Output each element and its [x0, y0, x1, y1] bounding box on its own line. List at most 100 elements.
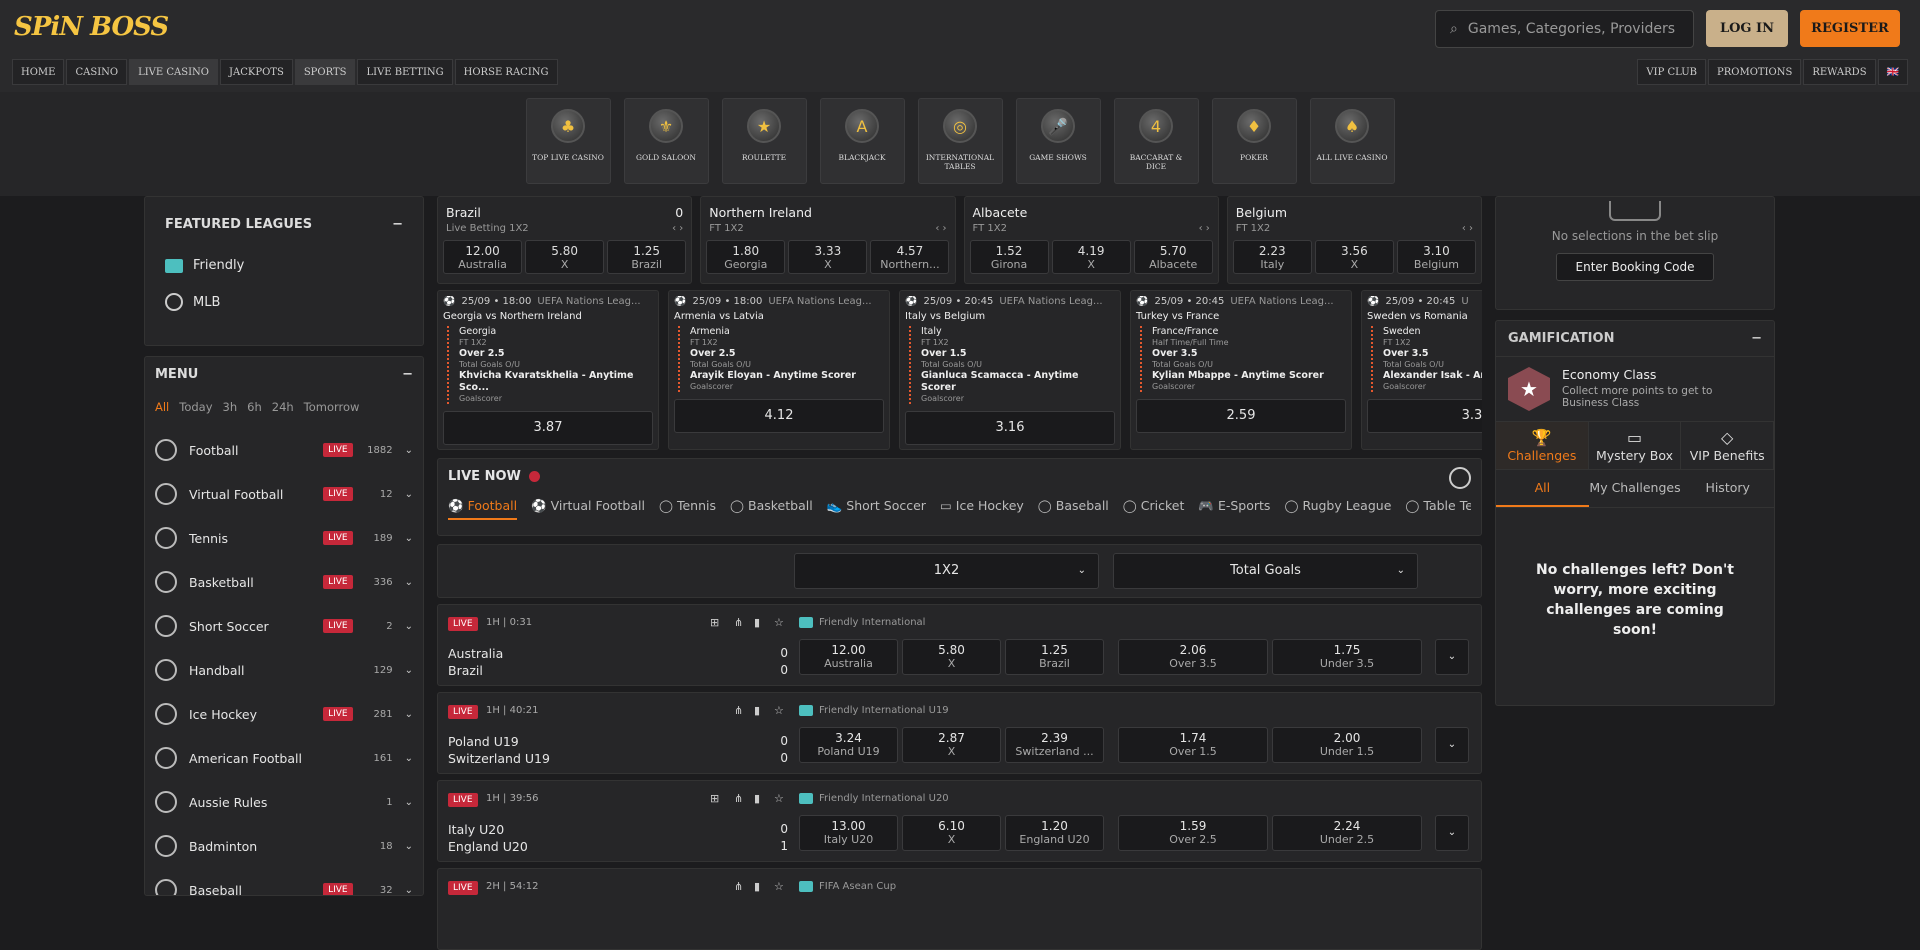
subtab-my-challenges[interactable]: My Challenges — [1589, 470, 1682, 507]
tab-football[interactable]: ⚽ Football — [448, 498, 518, 520]
sport-item-handball[interactable]: Handball 129 ⌄ — [155, 648, 413, 692]
filter-all[interactable]: All — [155, 400, 169, 414]
sport-item-virtual-football[interactable]: Virtual Football LIVE 12 ⌄ — [155, 472, 413, 516]
chevron-down-icon[interactable]: ⌄ — [405, 577, 413, 588]
odds-button[interactable]: 5.80 X — [902, 639, 1001, 675]
star-icon[interactable]: ☆ — [774, 792, 784, 805]
tab-vip-benefits[interactable]: ◇ VIP Benefits — [1681, 422, 1775, 469]
language-flag-icon[interactable]: 🇬🇧 — [1877, 59, 1908, 85]
bet-builder-odds[interactable]: 3.16 — [905, 411, 1115, 445]
sport-item-tennis[interactable]: Tennis LIVE 189 ⌄ — [155, 516, 413, 560]
login-button[interactable]: LOG IN — [1706, 10, 1788, 47]
stats-table-icon[interactable]: ⊞ — [710, 616, 719, 629]
tab-short-soccer[interactable]: 👟 Short Soccer — [827, 498, 926, 520]
nav-casino[interactable]: CASINO — [66, 59, 128, 85]
odds-button[interactable]: 12.00 Australia — [443, 240, 523, 274]
expand-chevron-icon[interactable]: ⌄ — [1435, 815, 1469, 851]
odds-button[interactable]: 2.23 Italy — [1232, 240, 1312, 274]
search-input[interactable]: ⌕ Games, Categories, Providers — [1435, 10, 1694, 48]
game-category-baccarat-dice[interactable]: 4 BACCARAT & DICE — [1113, 98, 1199, 184]
carousel-arrows-icon[interactable]: ‹ › — [1199, 223, 1210, 234]
bet-builder-odds[interactable]: 2.59 — [1136, 399, 1346, 433]
game-category-gold-saloon[interactable]: ⚜ GOLD SALOON — [623, 98, 709, 184]
lineup-icon[interactable]: ⋔ — [734, 880, 743, 893]
subtab-history[interactable]: History — [1681, 470, 1774, 507]
odds-button[interactable]: 2.24 Under 2.5 — [1272, 815, 1422, 851]
tab-ice-hockey[interactable]: ▭ Ice Hockey — [940, 498, 1024, 520]
lineup-icon[interactable]: ⋔ — [734, 792, 743, 805]
logo[interactable]: SPiN BOSS — [14, 12, 169, 42]
chevron-down-icon[interactable]: ⌄ — [405, 533, 413, 544]
nav-horse-racing[interactable]: HORSE RACING — [454, 59, 558, 85]
sport-item-baseball[interactable]: Baseball LIVE 32 ⌄ — [155, 868, 413, 896]
chevron-down-icon[interactable]: ⌄ — [405, 797, 413, 808]
subtab-all[interactable]: All — [1496, 470, 1589, 507]
bet-builder-card[interactable]: ⚽ 25/09 • 20:45 UEFA Nations Leag... Turkey… — [1130, 290, 1352, 450]
tab-mystery-box[interactable]: ▭ Mystery Box — [1589, 422, 1682, 469]
odds-button[interactable]: 1.75 Under 3.5 — [1272, 639, 1422, 675]
game-category-roulette[interactable]: ★ ROULETTE — [721, 98, 807, 184]
tab-virtual-football[interactable]: ⚽ Virtual Football — [531, 498, 645, 520]
sport-item-american-football[interactable]: American Football 161 ⌄ — [155, 736, 413, 780]
bet-builder-card[interactable]: ⚽ 25/09 • 20:45 U Sweden vs Romania Sweden FT… — [1361, 290, 1482, 450]
bet-builder-card[interactable]: ⚽ 25/09 • 18:00 UEFA Nations Leag... Georgi… — [437, 290, 659, 450]
bet-builder-odds[interactable]: 4.12 — [674, 399, 884, 433]
filter-24h[interactable]: 24h — [272, 400, 294, 414]
odds-button[interactable]: 3.33 X — [788, 240, 868, 274]
lineup-icon[interactable]: ⋔ — [734, 704, 743, 717]
carousel-arrows-icon[interactable]: ‹ › — [935, 223, 946, 234]
odds-button[interactable]: 1.80 Georgia — [706, 240, 786, 274]
nav-live-betting[interactable]: LIVE BETTING — [357, 59, 453, 85]
game-category-international-tables[interactable]: ◎ INTERNATIONAL TABLES — [917, 98, 1003, 184]
filter-tomorrow[interactable]: Tomorrow — [304, 400, 360, 414]
chevron-down-icon[interactable]: ⌄ — [405, 445, 413, 456]
collapse-icon[interactable]: − — [392, 217, 403, 232]
odds-button[interactable]: 5.70 Albacete — [1133, 240, 1213, 274]
game-category-blackjack[interactable]: A BLACKJACK — [819, 98, 905, 184]
nav-live-casino[interactable]: LIVE CASINO — [129, 59, 219, 85]
nav-vip-club[interactable]: VIP CLUB — [1637, 59, 1706, 85]
bar-chart-icon[interactable]: ▮ — [754, 792, 760, 805]
soccer-ball-icon[interactable] — [1449, 467, 1471, 489]
market-select-1x2[interactable]: 1X2 ⌄ — [794, 553, 1099, 589]
sport-item-basketball[interactable]: Basketball LIVE 336 ⌄ — [155, 560, 413, 604]
chevron-down-icon[interactable]: ⌄ — [405, 885, 413, 896]
odds-button[interactable]: 1.52 Girona — [969, 240, 1049, 274]
chevron-down-icon[interactable]: ⌄ — [405, 841, 413, 852]
game-category-poker[interactable]: ♦ POKER — [1211, 98, 1297, 184]
odds-button[interactable]: 2.06 Over 3.5 — [1118, 639, 1268, 675]
tab-baseball[interactable]: ◯ Baseball — [1038, 498, 1109, 520]
odds-button[interactable]: 6.10 X — [902, 815, 1001, 851]
market-select-total-goals[interactable]: Total Goals ⌄ — [1113, 553, 1418, 589]
odds-button[interactable]: 5.80 X — [525, 240, 605, 274]
odds-button[interactable]: 3.56 X — [1314, 240, 1394, 274]
sport-item-football[interactable]: Football LIVE 1882 ⌄ — [155, 428, 413, 472]
odds-button[interactable]: 4.57 Northern... — [870, 240, 950, 274]
tab-challenges[interactable]: 🏆 Challenges — [1496, 422, 1589, 469]
nav-rewards[interactable]: REWARDS — [1803, 59, 1876, 85]
nav-home[interactable]: HOME — [12, 59, 65, 85]
odds-button[interactable]: 4.19 X — [1051, 240, 1131, 274]
tab-basketball[interactable]: ◯ Basketball — [730, 498, 813, 520]
odds-button[interactable]: 3.10 Belgium — [1396, 240, 1476, 274]
featured-item-mlb[interactable]: MLB — [165, 293, 403, 311]
odds-button[interactable]: 2.87 X — [902, 727, 1001, 763]
collapse-icon[interactable]: − — [402, 367, 413, 382]
star-icon[interactable]: ☆ — [774, 880, 784, 893]
nav-promotions[interactable]: PROMOTIONS — [1708, 59, 1802, 85]
expand-chevron-icon[interactable]: ⌄ — [1435, 639, 1469, 675]
chevron-down-icon[interactable]: ⌄ — [405, 665, 413, 676]
game-category-top-live-casino[interactable]: ♣ TOP LIVE CASINO — [525, 98, 611, 184]
tab-rugby-league[interactable]: ◯ Rugby League — [1284, 498, 1391, 520]
sport-item-badminton[interactable]: Badminton 18 ⌄ — [155, 824, 413, 868]
tab-table-ten[interactable]: ◯Table Ten — [1405, 498, 1471, 520]
expand-chevron-icon[interactable]: ⌄ — [1435, 727, 1469, 763]
bet-builder-card[interactable]: ⚽ 25/09 • 20:45 UEFA Nations Leag... Italy … — [899, 290, 1121, 450]
odds-button[interactable]: 1.74 Over 1.5 — [1118, 727, 1268, 763]
filter-6h[interactable]: 6h — [247, 400, 262, 414]
odds-button[interactable]: 1.59 Over 2.5 — [1118, 815, 1268, 851]
star-icon[interactable]: ☆ — [774, 616, 784, 629]
odds-button[interactable]: 12.00 Australia — [799, 639, 898, 675]
collapse-icon[interactable]: − — [1751, 331, 1762, 346]
bar-chart-icon[interactable]: ▮ — [754, 616, 760, 629]
